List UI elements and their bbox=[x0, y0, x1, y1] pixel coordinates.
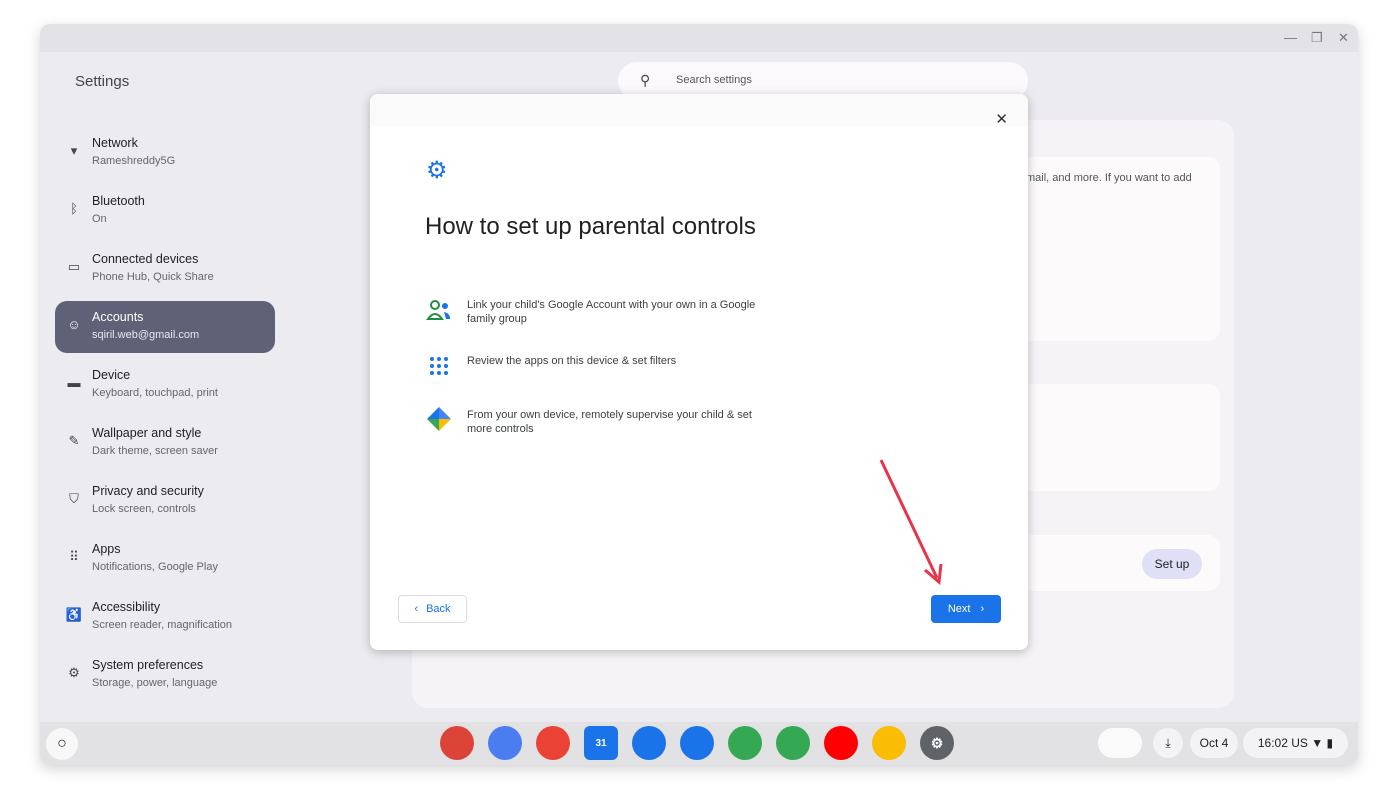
search-placeholder: Search settings bbox=[676, 74, 752, 86]
sidebar-item-subtitle: Keyboard, touchpad, print bbox=[92, 387, 218, 399]
shelf-app-meet[interactable] bbox=[728, 726, 762, 760]
sidebar-item-subtitle: Lock screen, controls bbox=[92, 503, 196, 515]
shelf-app-gmail[interactable] bbox=[536, 726, 570, 760]
step-text: Review the apps on this device & set fil… bbox=[467, 355, 677, 367]
family-link-icon bbox=[425, 406, 453, 434]
devices-icon: ▭ bbox=[67, 259, 81, 274]
battery-icon: ▮ bbox=[1326, 736, 1334, 750]
shelf-app-play-store[interactable] bbox=[776, 726, 810, 760]
minimize-button[interactable]: — bbox=[1284, 30, 1297, 45]
next-button[interactable]: Next › bbox=[931, 595, 1001, 623]
info-card bbox=[1012, 157, 1220, 341]
laptop-icon: ▬ bbox=[67, 375, 81, 390]
step-text: From your own device, remotely supervise… bbox=[467, 409, 752, 435]
chevron-right-icon: › bbox=[980, 603, 985, 615]
apps-icon: ⠿ bbox=[69, 549, 79, 564]
annotation-arrow bbox=[879, 459, 943, 585]
sidebar-item-connected-devices[interactable]: ▭ Connected devices Phone Hub, Quick Share bbox=[55, 243, 275, 295]
background-text: mail, and more. If you want to add bbox=[1026, 172, 1192, 184]
sidebar-item-title: Device bbox=[92, 368, 131, 382]
sidebar-item-title: Apps bbox=[92, 542, 121, 556]
step-review-apps: Review the apps on this device & set fil… bbox=[425, 352, 767, 380]
date-tray[interactable]: Oct 4 bbox=[1190, 728, 1238, 758]
gear-icon: ⚙ bbox=[68, 665, 80, 680]
dialog-title: How to set up parental controls bbox=[425, 213, 756, 240]
locale: US bbox=[1291, 736, 1308, 750]
shield-icon: ⛉ bbox=[69, 491, 79, 506]
shelf-app-youtube[interactable] bbox=[824, 726, 858, 760]
sidebar-item-title: Wallpaper and style bbox=[92, 426, 202, 440]
close-icon[interactable]: ✕ bbox=[995, 110, 1008, 128]
sidebar-nav: ▾ Network Rameshreddy5G ᛒ Bluetooth On ▭ Connec… bbox=[55, 127, 275, 707]
setup-button[interactable]: Set up bbox=[1142, 549, 1202, 579]
sidebar-item-subtitle: Dark theme, screen saver bbox=[92, 445, 218, 457]
sidebar-item-subtitle: Notifications, Google Play bbox=[92, 561, 218, 573]
sidebar-item-system-preferences[interactable]: ⚙ System preferences Storage, power, langu… bbox=[55, 649, 275, 701]
sidebar-item-accounts[interactable]: ☺ Accounts sqiril.web@gmail.com bbox=[55, 301, 275, 353]
shelf-app-files[interactable] bbox=[632, 726, 666, 760]
accessibility-icon: ♿ bbox=[65, 607, 83, 622]
account-icon: ☺ bbox=[67, 317, 81, 332]
notification-thumbnail[interactable] bbox=[1098, 728, 1142, 758]
wifi-icon: ▾ bbox=[70, 143, 78, 158]
search-icon: ⚲ bbox=[640, 72, 651, 88]
shelf-app-messages[interactable] bbox=[680, 726, 714, 760]
title-bar: — ❐ ✕ bbox=[40, 24, 1358, 52]
sidebar-item-title: Accounts bbox=[92, 310, 144, 324]
close-window-button[interactable]: ✕ bbox=[1338, 30, 1349, 46]
shelf-app-gemini[interactable] bbox=[488, 726, 522, 760]
maximize-button[interactable]: ❐ bbox=[1311, 30, 1323, 46]
app-title: Settings bbox=[75, 73, 130, 90]
sidebar-item-subtitle: Storage, power, language bbox=[92, 677, 218, 689]
shelf-app-calendar[interactable]: 31 bbox=[584, 726, 618, 760]
apps-grid-icon bbox=[425, 352, 453, 380]
status-tray[interactable]: 16:02 US ▼ ▮ bbox=[1243, 728, 1348, 758]
shelf-app-chrome[interactable] bbox=[440, 726, 474, 760]
sidebar-item-subtitle: Screen reader, magnification bbox=[92, 619, 233, 631]
palette-icon: ✎ bbox=[68, 433, 80, 448]
sidebar-item-subtitle: sqiril.web@gmail.com bbox=[92, 329, 200, 341]
sidebar-item-subtitle: Rameshreddy5G bbox=[92, 155, 176, 167]
sidebar-item-apps[interactable]: ⠿ Apps Notifications, Google Play bbox=[55, 533, 275, 585]
sidebar-item-network[interactable]: ▾ Network Rameshreddy5G bbox=[55, 127, 275, 179]
sidebar-item-subtitle: Phone Hub, Quick Share bbox=[92, 271, 214, 283]
shelf-app-photos[interactable] bbox=[872, 726, 906, 760]
bluetooth-icon: ᛒ bbox=[70, 201, 78, 216]
clock: 16:02 bbox=[1257, 736, 1288, 750]
sidebar-item-title: Network bbox=[92, 136, 138, 150]
chevron-left-icon: ‹ bbox=[414, 603, 419, 615]
download-icon[interactable]: ⤓ bbox=[1153, 728, 1183, 758]
sidebar-item-accessibility[interactable]: ♿ Accessibility Screen reader, magnificati… bbox=[55, 591, 275, 643]
wifi-icon: ▼ bbox=[1311, 736, 1324, 750]
sidebar-item-title: Privacy and security bbox=[92, 484, 204, 498]
sidebar-item-title: System preferences bbox=[92, 658, 204, 672]
sidebar-item-title: Connected devices bbox=[92, 252, 199, 266]
launcher-button[interactable]: ○ bbox=[46, 728, 78, 760]
step-text: Link your child's Google Account with yo… bbox=[467, 299, 756, 325]
sidebar-item-bluetooth[interactable]: ᛒ Bluetooth On bbox=[55, 185, 275, 237]
shelf: ○ 31 ⚙ ⤓ Oct 4 16:02 US ▼ ▮ bbox=[40, 722, 1358, 765]
step-supervise: From your own device, remotely supervise… bbox=[425, 406, 767, 436]
family-group-icon bbox=[425, 296, 453, 324]
gear-icon: ⚙ bbox=[426, 157, 448, 184]
sidebar-item-device[interactable]: ▬ Device Keyboard, touchpad, print bbox=[55, 359, 275, 411]
sidebar-item-privacy-and-security[interactable]: ⛉ Privacy and security Lock screen, contro… bbox=[55, 475, 275, 527]
parental-controls-dialog: ✕ ⚙ How to set up parental controls Link… bbox=[370, 94, 1028, 650]
settings-card bbox=[1012, 384, 1220, 491]
sidebar-item-title: Accessibility bbox=[92, 600, 161, 614]
sidebar-item-wallpaper-and-style[interactable]: ✎ Wallpaper and style Dark theme, screen s… bbox=[55, 417, 275, 469]
step-family-group: Link your child's Google Account with yo… bbox=[425, 296, 767, 326]
back-button[interactable]: ‹ Back bbox=[398, 595, 467, 623]
sidebar-item-subtitle: On bbox=[92, 213, 107, 225]
shelf-app-settings[interactable]: ⚙ bbox=[920, 726, 954, 760]
sidebar-item-title: Bluetooth bbox=[92, 194, 145, 208]
shelf-apps: 31 ⚙ bbox=[440, 726, 954, 760]
